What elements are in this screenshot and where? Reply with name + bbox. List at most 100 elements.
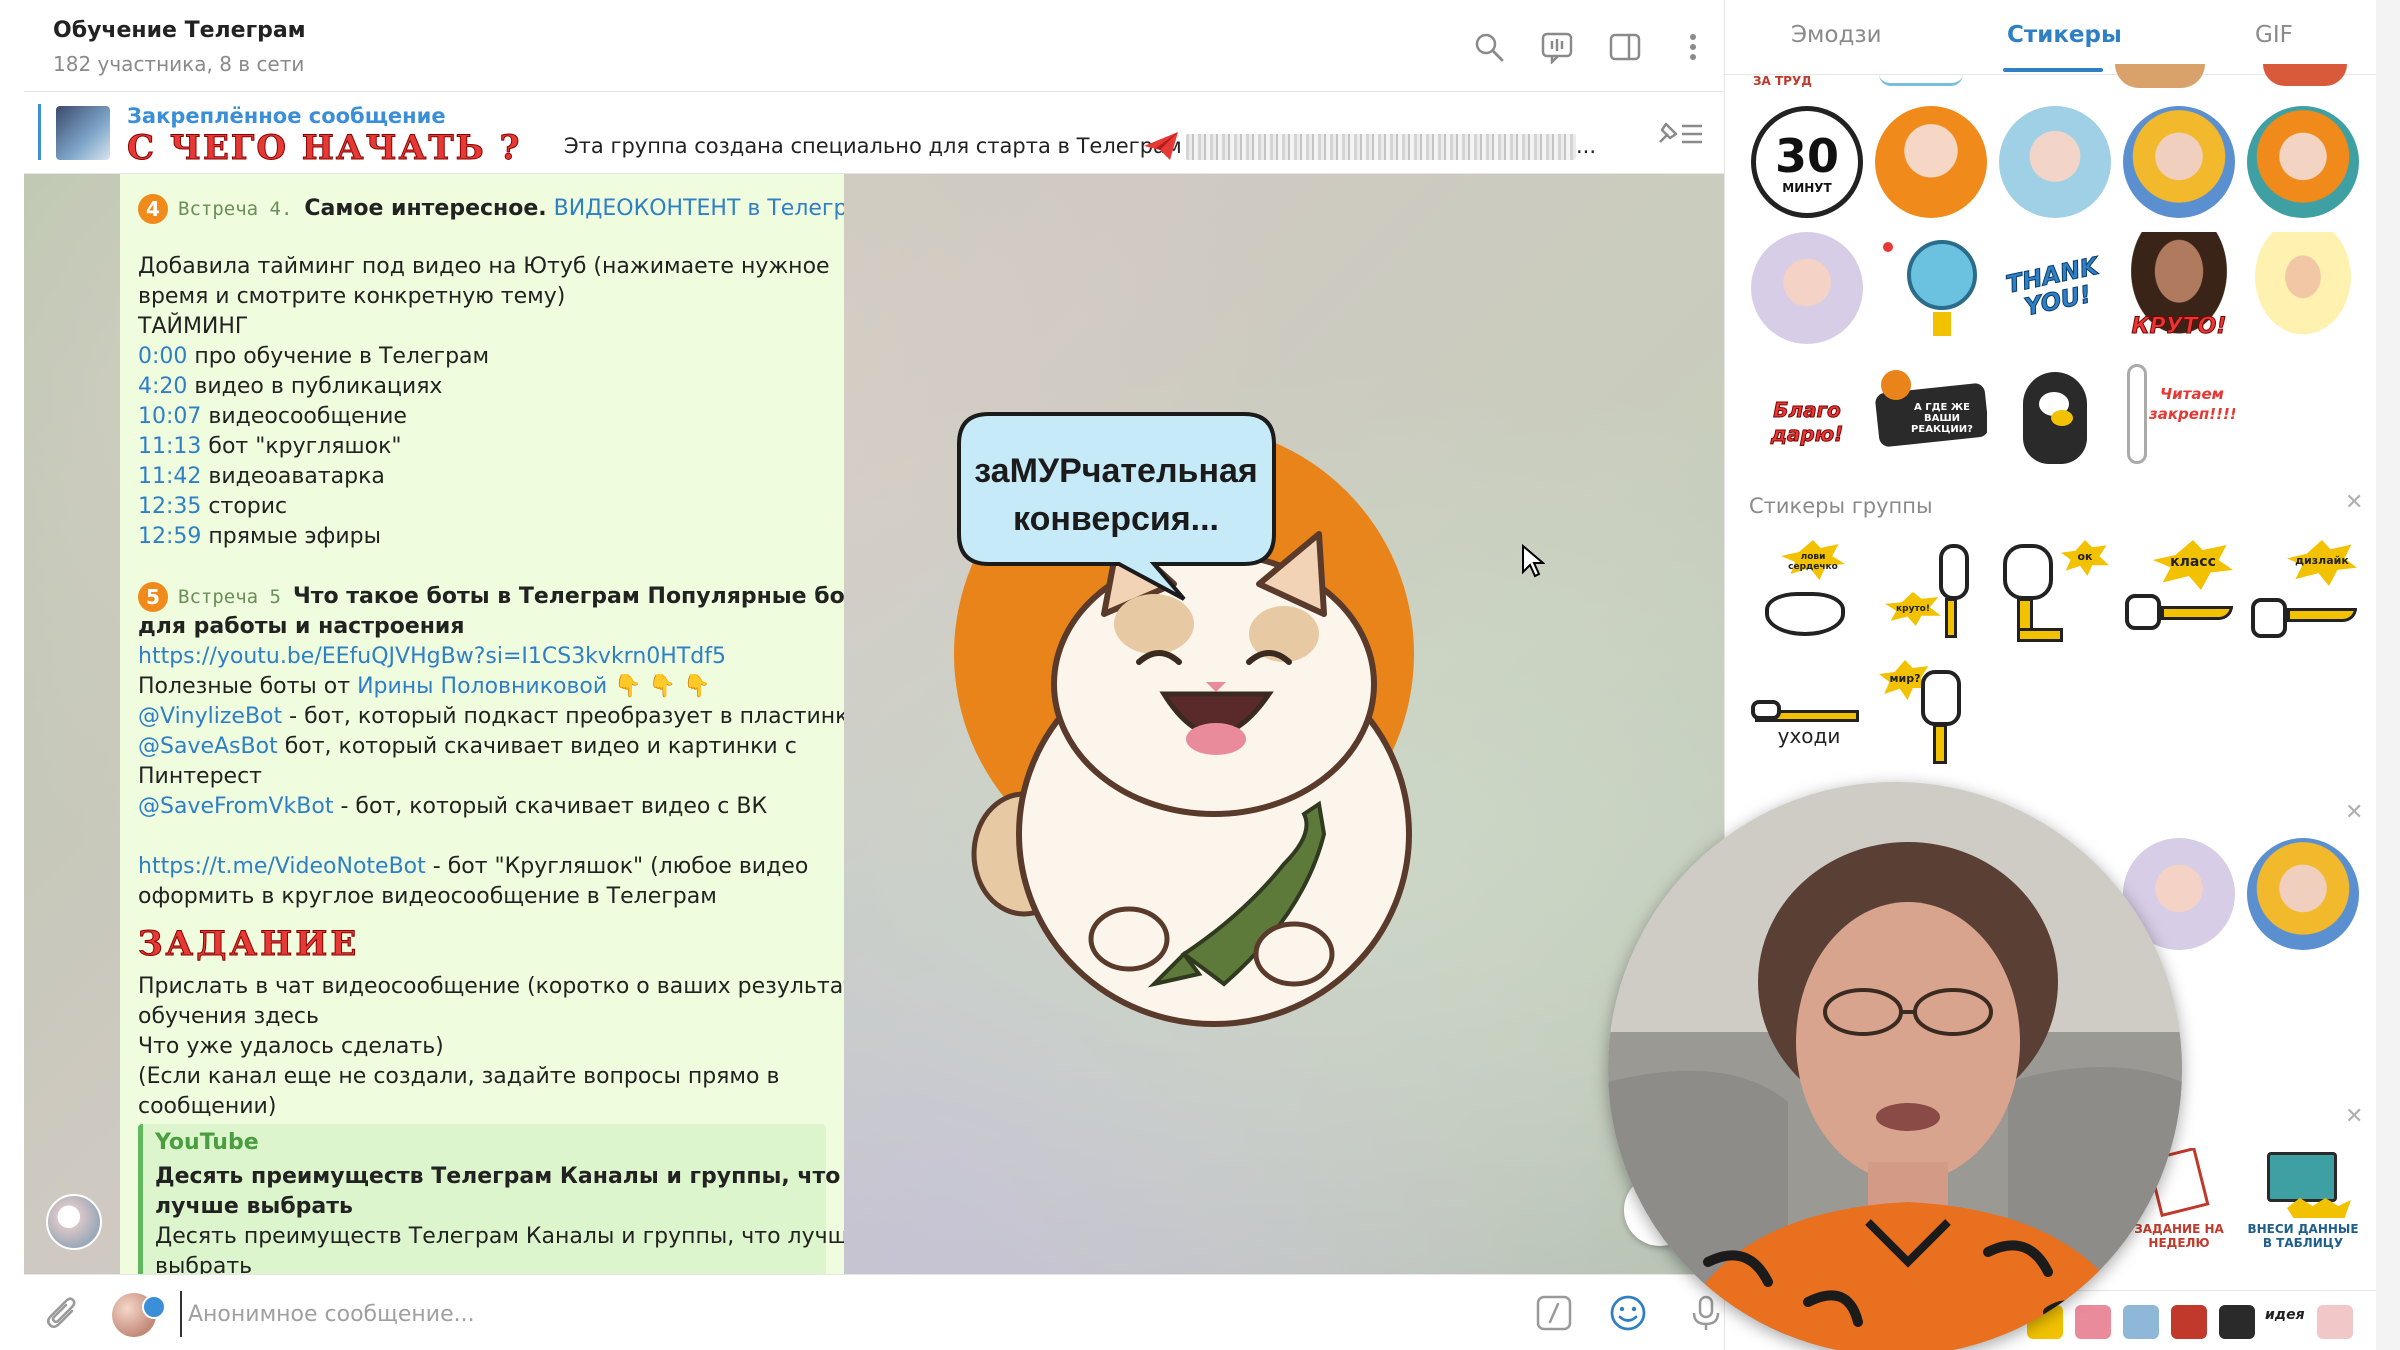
sticker-portrait-sunset[interactable] xyxy=(2247,106,2359,218)
meet4-title: Самое интересное. xyxy=(304,196,547,221)
timing-text: прямые эфиры xyxy=(208,524,382,549)
pinned-message-bar[interactable]: Закреплённое сообщение С ЧЕГО НАЧАТЬ ? Э… xyxy=(24,92,1724,174)
useful-line: Полезные боты от Ирины Половниковой 👇 👇 … xyxy=(138,672,710,702)
tab-emoji[interactable]: Эмодзи xyxy=(1791,22,1882,48)
timing-row: 12:35 сторис xyxy=(138,492,287,522)
sticker-set-tab[interactable] xyxy=(2317,1305,2353,1339)
sticker-uhodi[interactable]: уходи xyxy=(1751,660,1863,772)
intro-line-1: Добавила тайминг под видео на Ютуб (нажи… xyxy=(138,254,830,279)
timing-link[interactable]: 12:59 xyxy=(138,524,201,549)
timing-link[interactable]: 12:35 xyxy=(138,494,201,519)
sticker-portrait-photo[interactable] xyxy=(1751,232,1863,344)
sticker-reactions-text: А ГДЕ ЖЕ ВАШИ РЕАКЦИИ? xyxy=(1911,402,1973,435)
sticker-vnesi-dannye[interactable]: ВНЕСИ ДАННЫЕ В ТАБЛИЦУ xyxy=(2247,1148,2359,1260)
sticker-30-minutes[interactable]: 30 МИНУТ xyxy=(1751,106,1863,218)
timing-link[interactable]: 4:20 xyxy=(138,374,187,399)
round-video-message[interactable] xyxy=(1608,782,2182,1350)
sticker-blago-daryu[interactable]: Благо дарю! xyxy=(1751,358,1863,470)
close-icon[interactable]: ✕ xyxy=(2345,1104,2363,1129)
bot-link[interactable]: https://t.me/VideoNoteBot xyxy=(138,854,426,879)
preview-source: YouTube xyxy=(155,1130,259,1155)
more-menu-icon[interactable] xyxy=(1676,30,1710,64)
sticker-reactions[interactable]: А ГДЕ ЖЕ ВАШИ РЕАКЦИИ? xyxy=(1875,358,1987,470)
timing-row: 4:20 видео в публикациях xyxy=(138,372,442,402)
timing-text: про обучение в Телеграм xyxy=(194,344,490,369)
meet4-link[interactable]: ВИДЕОКОНТЕНТ в Телеграм xyxy=(554,196,844,221)
chat-title[interactable]: Обучение Телеграм xyxy=(53,18,306,43)
intro-line-2: время и смотрите конкретную тему) xyxy=(138,284,566,309)
bot-text: - бот, который подкаст преобразует в пла… xyxy=(289,704,844,729)
bot-line: @VinylizeBot - бот, который подкаст прео… xyxy=(138,702,844,732)
sticker-lovi-serdechko[interactable]: лови сердечко xyxy=(1751,536,1863,648)
microphone-icon[interactable] xyxy=(1686,1293,1726,1333)
sticker-set-tab[interactable] xyxy=(2123,1305,2159,1339)
sticker-mole[interactable] xyxy=(1999,358,2111,470)
search-icon[interactable] xyxy=(1472,30,1506,64)
sticker-dislike[interactable]: дизлайк xyxy=(2247,536,2359,648)
bot-link[interactable]: @SaveAsBot xyxy=(138,734,278,759)
meet5-link[interactable]: https://youtu.be/EEfuQJVHgBw?si=I1CS3kvk… xyxy=(138,642,726,672)
sticker-kruto-hand[interactable]: круто! xyxy=(1875,536,1987,648)
bot-line: @SaveAsBot бот, который скачивает видео … xyxy=(138,732,797,762)
sticker-set-idea[interactable]: идея xyxy=(2265,1307,2305,1341)
sender-avatar[interactable] xyxy=(46,1194,102,1250)
sticker-zadanie-text: ЗАДАНИЕ НА НЕДЕЛЮ xyxy=(2134,1222,2224,1250)
preview-title-2: лучше выбрать xyxy=(155,1194,353,1219)
useful-link[interactable]: Ирины Половниковой xyxy=(357,674,607,699)
sticker-thank-you-text: THANK YOU! xyxy=(2003,251,2102,322)
sticker-portrait-sign[interactable] xyxy=(2247,232,2359,344)
bot-link[interactable]: @SaveFromVkBot xyxy=(138,794,333,819)
tab-stickers[interactable]: Стикеры xyxy=(2007,22,2122,48)
cat-sticker[interactable]: заМУРчательная конверсия... xyxy=(924,394,1484,1034)
pinned-list-icon[interactable] xyxy=(1656,116,1706,150)
timing-link[interactable]: 10:07 xyxy=(138,404,201,429)
sticker-chitaem[interactable]: Читаем закреп!!!! xyxy=(2123,358,2235,470)
panel-scrollbar[interactable] xyxy=(2376,0,2400,1350)
link-preview[interactable]: YouTube Десять преимуществ Телеграм Кана… xyxy=(138,1124,844,1274)
sticker-kruto[interactable]: КРУТО! xyxy=(2123,232,2235,344)
tab-gif[interactable]: GIF xyxy=(2255,22,2293,48)
sticker-mir[interactable]: мир? xyxy=(1875,660,1987,772)
send-as-badge xyxy=(142,1295,166,1319)
timing-text: видеосообщение xyxy=(208,404,407,429)
message-input[interactable] xyxy=(180,1291,1480,1337)
bot-commands-icon[interactable] xyxy=(1534,1293,1574,1333)
sidebar-toggle-icon[interactable] xyxy=(1608,30,1642,64)
sticker-klass[interactable]: класс xyxy=(2123,536,2235,648)
close-icon[interactable]: ✕ xyxy=(2345,800,2363,825)
pinned-headline: С ЧЕГО НАЧАТЬ ? xyxy=(126,128,522,169)
sticker-set-tab[interactable] xyxy=(2171,1305,2207,1339)
timing-link[interactable]: 11:42 xyxy=(138,464,201,489)
timing-header: ТАЙМИНГ xyxy=(138,314,249,339)
emoji-icon[interactable] xyxy=(1608,1293,1648,1333)
sticker-kruto-text: КРУТО! xyxy=(2131,314,2227,340)
message-bubble[interactable]: 4 Встреча 4. Самое интересное. ВИДЕОКОНТЕН… xyxy=(120,174,844,1274)
sticker-caption-line-2: конверсия... xyxy=(1013,500,1219,538)
sticker-set-tab[interactable] xyxy=(2075,1305,2111,1339)
sticker-portrait-flowers[interactable] xyxy=(2123,106,2235,218)
sticker-label: уходи xyxy=(1777,724,1841,748)
bot-text: - бот, который скачивает видео с ВК xyxy=(340,794,768,819)
bot-line: @SaveFromVkBot - бот, который скачивает … xyxy=(138,792,767,822)
sticker-chitaem-text: Читаем закреп!!!! xyxy=(2149,385,2235,423)
video-chat-icon[interactable] xyxy=(1540,30,1574,64)
meet5-line: 5 Встреча 5 Что такое боты в Телеграм Попу… xyxy=(138,582,844,612)
timing-link[interactable]: 11:13 xyxy=(138,434,201,459)
timing-link[interactable]: 0:00 xyxy=(138,344,187,369)
sticker-thank-you[interactable]: THANK YOU! xyxy=(1999,232,2111,344)
sticker-portrait-gift[interactable] xyxy=(1999,106,2111,218)
timing-row: 10:07 видеосообщение xyxy=(138,402,407,432)
mouse-cursor-icon xyxy=(1522,544,1545,578)
meet5-title-2: для работы и настроения xyxy=(138,614,465,639)
close-icon[interactable]: ✕ xyxy=(2345,490,2363,515)
meet5-badge: 5 xyxy=(138,582,168,612)
pinned-label: Закреплённое сообщение xyxy=(127,104,446,128)
sticker-ok-hand[interactable]: ок xyxy=(1999,536,2111,648)
sticker-portrait-flowers-2[interactable] xyxy=(2247,838,2359,950)
paperclip-icon[interactable] xyxy=(44,1295,80,1333)
sticker-fan[interactable] xyxy=(1875,232,1987,344)
bot-link[interactable]: @VinylizeBot xyxy=(138,704,282,729)
chat-subtitle: 182 участника, 8 в сети xyxy=(53,52,305,76)
sticker-portrait-orange[interactable] xyxy=(1875,106,1987,218)
sticker-set-tab[interactable] xyxy=(2219,1305,2255,1339)
